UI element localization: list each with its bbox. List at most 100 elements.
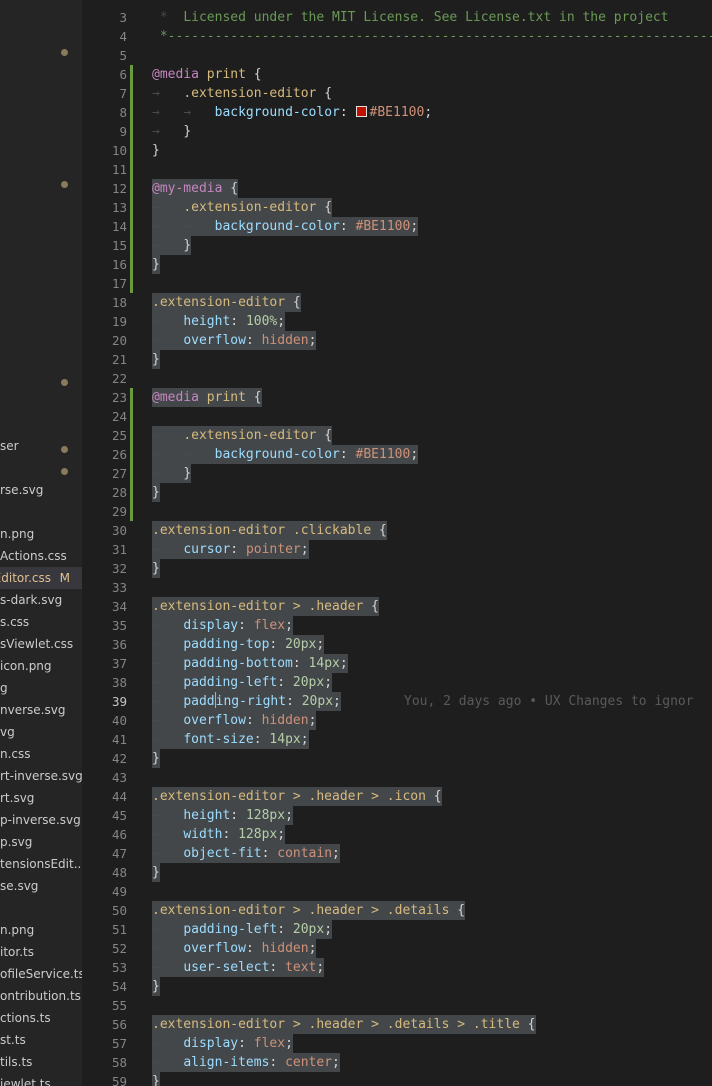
git-change-marker[interactable] — [130, 160, 133, 179]
code-line[interactable]: 21} — [82, 350, 712, 369]
code-line[interactable]: 33 — [82, 578, 712, 597]
code-line[interactable]: 6 @media print { — [82, 65, 712, 84]
git-change-marker[interactable] — [130, 84, 133, 103]
code-line[interactable]: 32} — [82, 559, 712, 578]
code-line[interactable]: 28} — [82, 483, 712, 502]
code-line[interactable]: 56 .extension-editor > .header > .details… — [82, 1015, 712, 1034]
code-line[interactable]: 37 → padding-bottom: 14px; — [82, 654, 712, 673]
code-line[interactable]: 57 → display: flex; — [82, 1034, 712, 1053]
explorer-file-item[interactable]: ser — [0, 435, 82, 457]
code-line[interactable]: 9 → } — [82, 122, 712, 141]
code-line[interactable]: 23 @media print { — [82, 388, 712, 407]
code-line[interactable]: 53 → user-select: text; — [82, 958, 712, 977]
code-line[interactable]: 47 → object-fit: contain; — [82, 844, 712, 863]
code-line[interactable]: 5 — [82, 46, 712, 65]
explorer-file-item[interactable]: vg — [0, 721, 82, 743]
explorer-file-item[interactable]: Actions.css — [0, 545, 82, 567]
explorer-file-item[interactable]: rt-inverse.svg — [0, 765, 82, 787]
code-line[interactable]: 41 → font-size: 14px; — [82, 730, 712, 749]
explorer-file-item[interactable]: n.css — [0, 743, 82, 765]
git-change-marker[interactable] — [130, 445, 133, 464]
code-line[interactable]: 12 @my-media { — [82, 179, 712, 198]
explorer-file-item[interactable]: ontribution.ts — [0, 985, 82, 1007]
code-line[interactable]: 49 — [82, 882, 712, 901]
explorer-file-item[interactable]: n.png — [0, 523, 82, 545]
git-change-marker[interactable] — [130, 483, 133, 502]
explorer-file-item[interactable]: p-inverse.svg — [0, 809, 82, 831]
code-line[interactable]: 11 — [82, 160, 712, 179]
code-line[interactable]: 18 .extension-editor { — [82, 293, 712, 312]
explorer-file-item[interactable]: p.svg — [0, 831, 82, 853]
code-line[interactable]: 44 .extension-editor > .header > .icon { — [82, 787, 712, 806]
code-line[interactable]: 24 — [82, 407, 712, 426]
code-line[interactable]: 36 → padding-top: 20px; — [82, 635, 712, 654]
explorer-file-item[interactable]: tensionsEdit... — [0, 853, 82, 875]
code-line[interactable]: 43 — [82, 768, 712, 787]
explorer-file-item[interactable]: ofileService.ts — [0, 963, 82, 985]
code-line[interactable]: 52 → overflow: hidden; — [82, 939, 712, 958]
code-line[interactable]: 25 → .extension-editor { — [82, 426, 712, 445]
code-line[interactable]: 40 → overflow: hidden; — [82, 711, 712, 730]
code-line[interactable]: 55 — [82, 996, 712, 1015]
explorer-file-item[interactable]: g — [0, 677, 82, 699]
file-explorer[interactable]: ser rse.svg n.png Actions.css M Editor.css s-d… — [0, 0, 82, 1086]
code-line[interactable]: 27 → } — [82, 464, 712, 483]
code-line[interactable]: 35 → display: flex; — [82, 616, 712, 635]
code-line[interactable]: 31 → cursor: pointer; — [82, 540, 712, 559]
explorer-file-item[interactable]: n.png — [0, 919, 82, 941]
explorer-file-item[interactable]: iewlet.ts — [0, 1073, 82, 1086]
explorer-file-item[interactable]: tils.ts — [0, 1051, 82, 1073]
code-line[interactable]: 26 → → background-color: #BE1100; — [82, 445, 712, 464]
git-change-marker[interactable] — [130, 502, 133, 521]
code-line[interactable]: 58 → align-items: center; — [82, 1053, 712, 1072]
code-line[interactable]: 22 — [82, 369, 712, 388]
git-change-marker[interactable] — [130, 274, 133, 293]
explorer-file-item[interactable]: rt.svg — [0, 787, 82, 809]
explorer-file-item[interactable]: M Editor.css — [0, 567, 82, 589]
explorer-file-item[interactable]: se.svg — [0, 875, 82, 897]
git-change-marker[interactable] — [130, 217, 133, 236]
git-change-marker[interactable] — [130, 236, 133, 255]
code-line[interactable]: 7 → .extension-editor { — [82, 84, 712, 103]
code-line[interactable]: 46 → width: 128px; — [82, 825, 712, 844]
explorer-file-item[interactable]: s.css — [0, 611, 82, 633]
git-change-marker[interactable] — [130, 464, 133, 483]
code-line[interactable]: 38 → padding-left: 20px; — [82, 673, 712, 692]
code-line[interactable]: 50 .extension-editor > .header > .details… — [82, 901, 712, 920]
code-line[interactable]: 10} — [82, 141, 712, 160]
code-line[interactable]: 3 * Licensed under the MIT License. See … — [82, 8, 712, 27]
code-line[interactable]: 34 .extension-editor > .header { — [82, 597, 712, 616]
git-change-marker[interactable] — [130, 255, 133, 274]
explorer-file-item[interactable]: itor.ts — [0, 941, 82, 963]
code-line[interactable]: 51 → padding-left: 20px; — [82, 920, 712, 939]
code-line[interactable]: 16} — [82, 255, 712, 274]
code-line[interactable]: 42} — [82, 749, 712, 768]
explorer-file-item[interactable]: ctions.ts — [0, 1007, 82, 1029]
code-line[interactable]: 15 → } — [82, 236, 712, 255]
code-line[interactable]: 29 — [82, 502, 712, 521]
git-change-marker[interactable] — [130, 407, 133, 426]
code-line[interactable]: 13 → .extension-editor { — [82, 198, 712, 217]
git-change-marker[interactable] — [130, 65, 133, 84]
code-line[interactable]: 45 → height: 128px; — [82, 806, 712, 825]
code-line[interactable]: 48} — [82, 863, 712, 882]
code-line[interactable]: 17 — [82, 274, 712, 293]
git-change-marker[interactable] — [130, 122, 133, 141]
code-line[interactable]: 30 .extension-editor .clickable { — [82, 521, 712, 540]
git-change-marker[interactable] — [130, 426, 133, 445]
color-swatch-icon[interactable] — [355, 106, 367, 117]
code-line[interactable]: 19 → height: 100%; — [82, 312, 712, 331]
code-line[interactable]: 39 → padding-right: 20px; You, 2 days ago … — [82, 692, 712, 711]
code-line[interactable]: 8 → → background-color: #BE1100; — [82, 103, 712, 122]
git-change-marker[interactable] — [130, 141, 133, 160]
explorer-file-item[interactable]: icon.png — [0, 655, 82, 677]
code-line[interactable]: 20 → overflow: hidden; — [82, 331, 712, 350]
git-change-marker[interactable] — [130, 103, 133, 122]
git-change-marker[interactable] — [130, 198, 133, 217]
explorer-file-item[interactable]: rse.svg — [0, 479, 82, 501]
explorer-file-item[interactable]: nverse.svg — [0, 699, 82, 721]
code-line[interactable]: 4 *-------------------------------------… — [82, 27, 712, 46]
explorer-file-item[interactable]: sViewlet.css — [0, 633, 82, 655]
explorer-file-item[interactable]: st.ts — [0, 1029, 82, 1051]
code-line[interactable]: 59} — [82, 1072, 712, 1086]
